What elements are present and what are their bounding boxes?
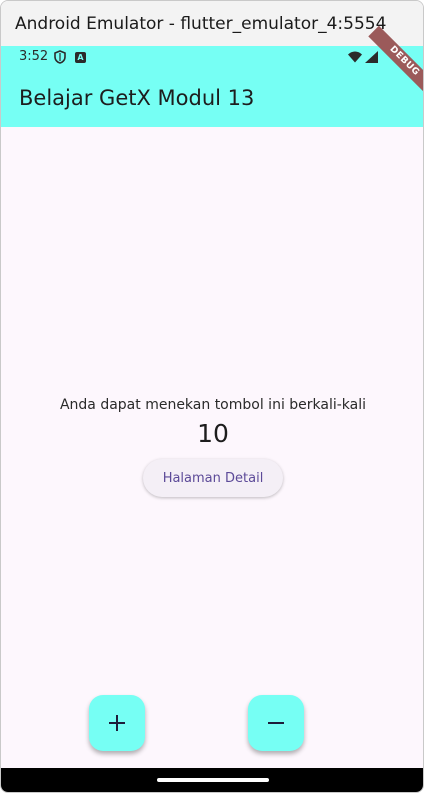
status-bar: 3:52 A DEBUG <box>1 25 423 98</box>
wifi-icon <box>348 51 362 63</box>
notification-a-icon: A <box>75 52 86 63</box>
window-titlebar[interactable]: Android Emulator - flutter_emulator_4:55… <box>1 1 423 46</box>
signal-icon <box>365 51 378 63</box>
increment-button[interactable] <box>89 695 145 751</box>
decrement-button[interactable] <box>248 695 304 751</box>
counter-value: 10 <box>197 419 229 448</box>
counter-section: Anda dapat menekan tombol ini berkali-ka… <box>1 397 423 497</box>
status-time: 3:52 <box>19 49 49 64</box>
instruction-text: Anda dapat menekan tombol ini berkali-ka… <box>59 397 367 413</box>
main-content: Anda dapat menekan tombol ini berkali-ka… <box>1 127 423 768</box>
app-header: 3:52 A DEBUG Belajar GetX Modul 13 <box>1 25 423 127</box>
app-bar-title: Belajar GetX Modul 13 <box>19 86 255 110</box>
window-title: Android Emulator - flutter_emulator_4:55… <box>15 13 387 34</box>
shield-icon <box>54 50 66 64</box>
plus-icon <box>109 715 125 731</box>
emulator-window: Android Emulator - flutter_emulator_4:55… <box>0 0 424 793</box>
detail-page-button[interactable]: Halaman Detail <box>142 459 284 497</box>
minus-icon <box>268 722 284 724</box>
gesture-handle[interactable] <box>157 778 269 782</box>
navigation-bar <box>1 768 423 792</box>
